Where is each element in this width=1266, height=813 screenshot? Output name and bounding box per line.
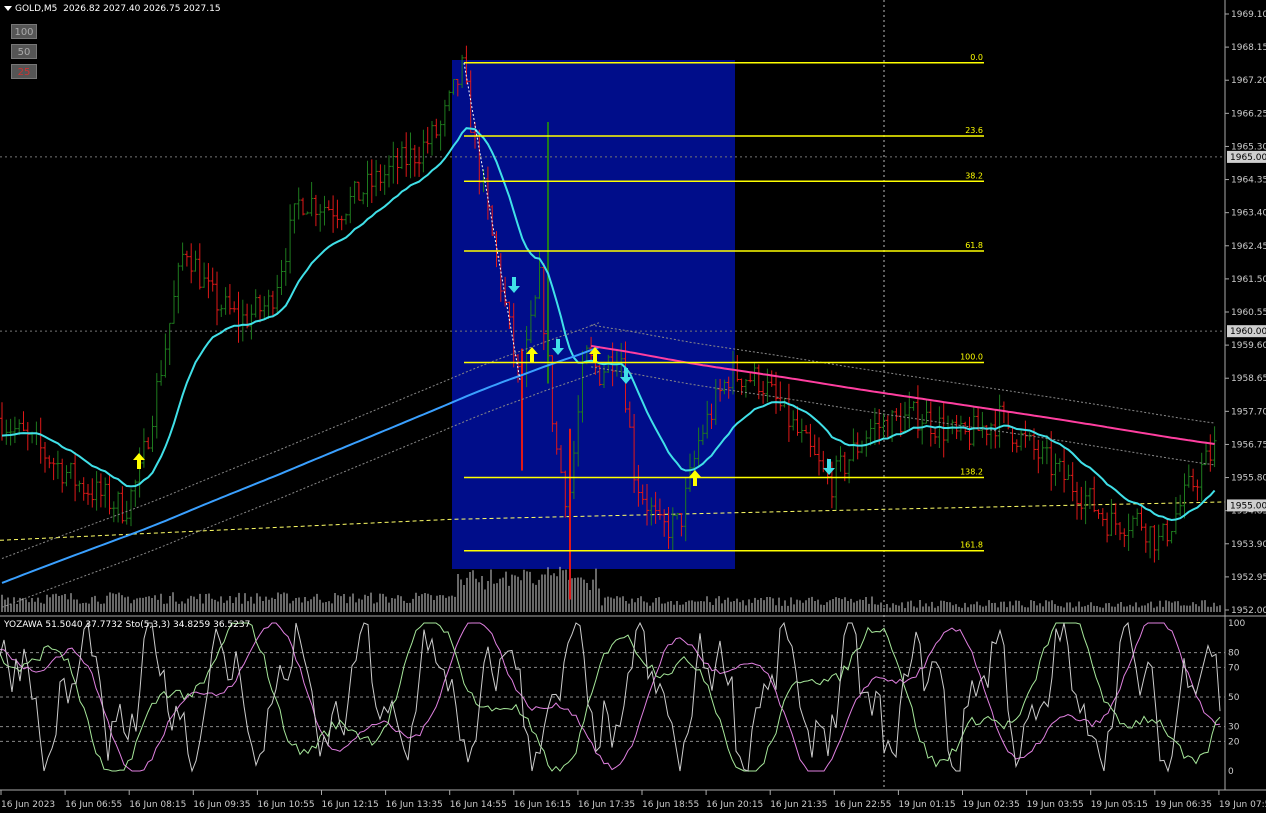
time-label: 16 Jun 17:35	[578, 800, 635, 810]
fib-level-label: 161.8	[960, 541, 983, 550]
fib-level-label: 0.0	[970, 53, 983, 62]
time-label: 19 Jun 03:55	[1027, 800, 1084, 810]
oscillator-level-label: 80	[1228, 649, 1240, 659]
time-label: 19 Jun 05:15	[1091, 800, 1148, 810]
fib-level-label: 138.2	[960, 468, 983, 477]
time-label: 16 Jun 22:55	[834, 800, 891, 810]
price-label: 1958.65	[1231, 374, 1266, 384]
oscillator-level-label: 100	[1228, 619, 1245, 629]
price-highlight-label: 1965.00	[1230, 153, 1266, 163]
oscillator-subwindow	[0, 621, 1221, 773]
arrow-down-icon	[823, 459, 835, 475]
price-label: 1960.55	[1231, 308, 1266, 318]
price-label: 1952.00	[1231, 606, 1266, 616]
price-label: 1961.50	[1231, 275, 1266, 285]
price-label: 1969.10	[1231, 10, 1266, 20]
time-label: 16 Jun 13:35	[386, 800, 443, 810]
time-label: 19 Jun 01:15	[898, 800, 955, 810]
oscillator-level-label: 20	[1228, 737, 1240, 747]
time-label: 19 Jun 02:35	[963, 800, 1020, 810]
zoom-50-button[interactable]: 50	[11, 44, 37, 59]
chart-canvas[interactable]: 0.0 23.6 38.2 61.8 100.0 138.2 161.8 1969.10 19…	[0, 0, 1266, 813]
ohlc-readout: 2026.82 2027.40 2026.75 2027.15	[63, 4, 221, 14]
zoom-25-button[interactable]: 25	[11, 64, 37, 79]
price-highlight-label: 1955.00	[1230, 501, 1266, 511]
time-label: 16 Jun 06:55	[65, 800, 122, 810]
time-label: 16 Jun 12:15	[322, 800, 379, 810]
oscillator-level-label: 0	[1228, 767, 1234, 777]
arrow-up-icon	[133, 453, 145, 469]
oscillator-label: YOZAWA 51.5040 37.7732 Sto(5,3,3) 34.825…	[4, 620, 251, 630]
fib-level-label: 23.6	[965, 126, 983, 135]
time-label: 16 Jun 10:55	[257, 800, 314, 810]
oscillator-level-label: 50	[1228, 693, 1240, 703]
time-label: 16 Jun 2023	[1, 800, 55, 810]
time-label: 16 Jun 08:15	[129, 800, 186, 810]
price-label: 1957.70	[1231, 407, 1266, 417]
fib-level-label: 61.8	[965, 241, 983, 250]
time-label: 16 Jun 14:55	[450, 800, 507, 810]
stochastic-main-line	[0, 622, 1221, 772]
oscillator-level-label: 30	[1228, 723, 1240, 733]
time-label: 16 Jun 16:15	[514, 800, 571, 810]
time-label: 16 Jun 21:35	[770, 800, 827, 810]
chart-header: GOLD,M5 2026.82 2027.40 2026.75 2027.15	[4, 4, 221, 15]
price-label: 1968.15	[1231, 43, 1266, 53]
time-label: 16 Jun 20:15	[706, 800, 763, 810]
time-label: 19 Jun 07:55	[1219, 800, 1266, 810]
price-label: 1964.35	[1231, 176, 1266, 186]
fib-level-label: 38.2	[965, 171, 983, 180]
dropdown-triangle-icon[interactable]	[4, 6, 12, 11]
volume-histogram	[1, 566, 1221, 612]
time-label: 19 Jun 06:35	[1155, 800, 1212, 810]
time-label: 16 Jun 09:35	[193, 800, 250, 810]
time-label: 16 Jun 18:55	[642, 800, 699, 810]
price-label: 1953.90	[1231, 540, 1266, 550]
fib-level-label: 100.0	[960, 353, 983, 362]
price-label: 1962.45	[1231, 242, 1266, 252]
price-label: 1966.25	[1231, 109, 1266, 119]
symbol-label: GOLD,M5	[15, 4, 58, 14]
oscillator-level-label: 70	[1228, 663, 1240, 673]
price-highlight-label: 1960.00	[1230, 327, 1266, 337]
price-label: 1959.60	[1231, 341, 1266, 351]
price-label: 1952.95	[1231, 573, 1266, 583]
zoom-100-button[interactable]: 100	[11, 24, 37, 39]
price-label: 1963.40	[1231, 209, 1266, 219]
price-label: 1955.80	[1231, 474, 1266, 484]
price-label: 1956.75	[1231, 440, 1266, 450]
price-label: 1967.20	[1231, 76, 1266, 86]
